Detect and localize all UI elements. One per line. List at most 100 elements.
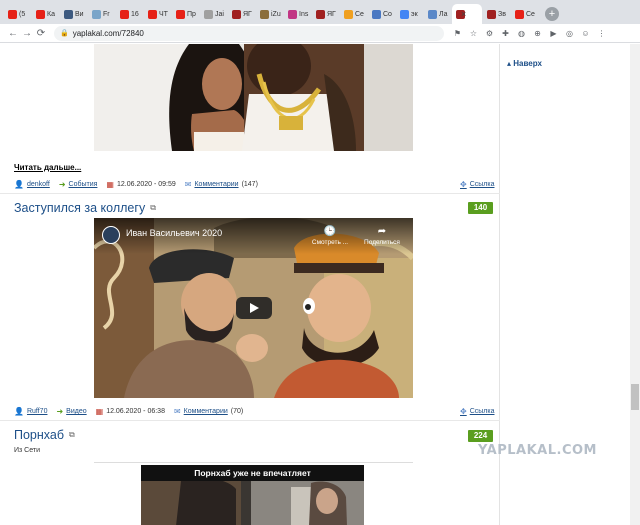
extension-icon[interactable]: ⋮: [596, 28, 607, 39]
browser-tab[interactable]: Се: [340, 4, 367, 24]
browser-tab[interactable]: Ка: [32, 4, 59, 24]
share-arrow-icon: ➦: [377, 226, 387, 237]
tab-label: эк: [411, 10, 418, 18]
tab-favicon-icon: [372, 9, 381, 19]
browser-tab[interactable]: Зв: [483, 4, 510, 24]
post3-title[interactable]: Порнхаб ⧉: [14, 428, 75, 442]
browser-tab[interactable]: Ins: [284, 4, 311, 24]
tab-favicon-icon: [120, 9, 129, 19]
new-tab-button[interactable]: +: [545, 7, 559, 21]
post1-share-link[interactable]: ✥ Ссылка: [460, 180, 494, 189]
post-image-couple: [94, 44, 413, 151]
tab-label: Со: [383, 10, 392, 18]
channel-avatar[interactable]: [102, 226, 120, 244]
tab-favicon-icon: [8, 9, 17, 19]
post2-title-text: Заступился за коллегу: [14, 201, 146, 215]
url-text: yaplakal.com/72840: [72, 28, 144, 38]
browser-tab[interactable]: [452, 4, 482, 24]
extension-icon[interactable]: ☆: [468, 28, 479, 39]
category-arrow-icon: ➜: [58, 180, 66, 189]
extension-icon[interactable]: ⚙: [484, 28, 495, 39]
post2-rating-badge: 140: [468, 202, 493, 214]
browser-tab[interactable]: Со: [368, 4, 395, 24]
forward-arrow-icon[interactable]: →: [20, 28, 34, 39]
user-icon: 👤: [14, 407, 24, 416]
meme-caption: Порнхаб уже не впечатляет: [141, 465, 364, 481]
tab-favicon-icon: [288, 9, 297, 19]
browser-tab[interactable]: Ла: [424, 4, 451, 24]
read-more-link[interactable]: Читать дальше...: [14, 163, 81, 172]
content-column: Читать дальше... 👤 denkoff ➜ События ▦ 1…: [0, 44, 500, 525]
tab-label: Ви: [75, 10, 84, 18]
extension-icon[interactable]: ⚑: [452, 28, 463, 39]
browser-tab[interactable]: Jai: [200, 4, 227, 24]
share-button[interactable]: ➦ Поделиться: [358, 226, 406, 246]
post2-share-link[interactable]: ✥ Ссылка: [460, 407, 494, 416]
extension-icons: ⚑ ☆ ⚙ ✚ ◍ ⊕ ▶ ◎ ☺ ⋮: [452, 28, 612, 39]
extension-icon[interactable]: ☺: [580, 28, 591, 39]
close-tab-icon[interactable]: ×: [461, 9, 466, 19]
post2-title[interactable]: Заступился за коллегу ⧉: [14, 201, 156, 215]
tab-label: ЯГ: [243, 10, 252, 18]
video-title[interactable]: Иван Васильевич 2020: [126, 228, 222, 238]
site-watermark: YAPLAKAL.COM: [478, 443, 597, 458]
tab-label: Fr: [103, 10, 110, 18]
lock-icon: 🔒: [60, 30, 69, 37]
address-bar[interactable]: 🔒 yaplakal.com/72840: [54, 25, 444, 41]
post1-date: 12.06.2020 - 09:59: [116, 181, 176, 188]
play-button-icon[interactable]: [236, 297, 272, 319]
tab-label: ЧТ: [159, 10, 168, 18]
extension-icon[interactable]: ⊕: [532, 28, 543, 39]
browser-tab[interactable]: 16: [116, 4, 143, 24]
user-icon: 👤: [14, 180, 24, 189]
link-icon: ✥: [460, 407, 467, 416]
post3-image-frame: Порнхаб уже не впечатляет: [94, 462, 413, 525]
post1-author-link[interactable]: denkoff: [27, 181, 50, 188]
tab-label: ЯГ: [327, 10, 336, 18]
browser-tab[interactable]: iZu: [256, 4, 283, 24]
post2-category-link[interactable]: Видео: [66, 408, 86, 415]
tab-favicon-icon: [260, 9, 269, 19]
youtube-video-player[interactable]: Иван Васильевич 2020 🕒 Смотреть ... ➦ По…: [94, 218, 413, 398]
back-to-top-link[interactable]: ▴ Наверх: [507, 59, 542, 68]
browser-tab[interactable]: ЧТ: [144, 4, 171, 24]
browser-tab[interactable]: Fr: [88, 4, 115, 24]
browser-tab[interactable]: ЯГ: [228, 4, 255, 24]
post1-comments-link[interactable]: Комментарии: [194, 181, 238, 188]
browser-tab[interactable]: эк: [396, 4, 423, 24]
back-arrow-icon[interactable]: ←: [6, 28, 20, 39]
tab-label: Зв: [498, 10, 506, 18]
extension-icon[interactable]: ✚: [500, 28, 511, 39]
browser-tab[interactable]: Се: [511, 4, 538, 24]
open-popup-icon[interactable]: ⧉: [150, 203, 156, 213]
post2-share-label: Ссылка: [469, 408, 495, 415]
tab-label: Ins: [299, 10, 309, 18]
post2-comments-link[interactable]: Комментарии: [184, 408, 228, 415]
extension-icon[interactable]: ▶: [548, 28, 559, 39]
page-scrollbar[interactable]: [630, 44, 640, 525]
tab-label: (5: [19, 10, 26, 18]
browser-tab[interactable]: Пр: [172, 4, 199, 24]
post1-category-link[interactable]: События: [69, 181, 98, 188]
tab-favicon-icon: [148, 9, 157, 19]
tab-favicon-icon: [64, 9, 73, 19]
tab-label: Jai: [215, 10, 224, 18]
post2-author-link[interactable]: Ruff70: [27, 408, 48, 415]
calendar-icon: ▦: [106, 180, 114, 189]
extension-icon[interactable]: ◍: [516, 28, 527, 39]
reload-icon[interactable]: ⟳: [34, 28, 48, 39]
tab-favicon-icon: [515, 9, 524, 19]
post3-source: Из Сети: [14, 447, 41, 454]
tab-label: Пр: [187, 10, 196, 18]
browser-tab[interactable]: ЯГ: [312, 4, 339, 24]
watch-later-label: Смотреть ...: [311, 239, 349, 246]
post-divider: [0, 193, 500, 194]
browser-tab[interactable]: Ви: [60, 4, 87, 24]
tab-label: Ка: [47, 10, 55, 18]
browser-tab[interactable]: (5: [4, 4, 31, 24]
scrollbar-thumb[interactable]: [631, 384, 639, 410]
extension-icon[interactable]: ◎: [564, 28, 575, 39]
open-popup-icon[interactable]: ⧉: [69, 430, 75, 440]
tab-strip: (5 Ка Ви Fr 16 ЧТ Пр Jai ЯГ iZu Ins ЯГ Се Со эк Ла Зв Се +: [0, 0, 640, 24]
watch-later-button[interactable]: 🕒 Смотреть ...: [306, 226, 354, 246]
